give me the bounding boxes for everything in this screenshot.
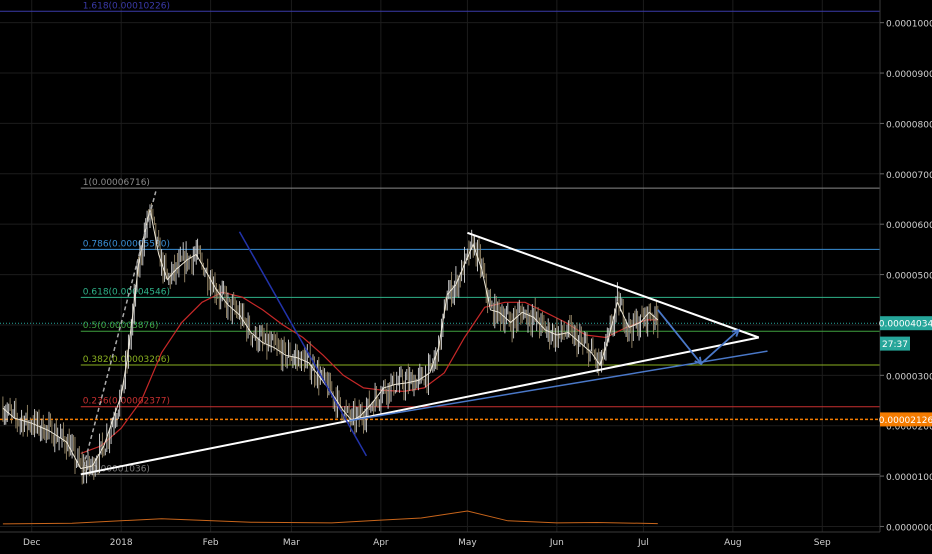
x-tick-label-3: Mar [283, 538, 300, 548]
price-marker-label-2: 0.00002126 [879, 416, 932, 426]
x-tick-label-6: Jun [549, 538, 564, 548]
y-tick-label-10: 0.00010000 [886, 20, 932, 30]
y-tick-label-3: 0.00003000 [886, 372, 932, 382]
fib-level-label-0: 1.618(0.00010226) [83, 1, 170, 11]
y-tick-label-5: 0.00005000 [886, 272, 932, 282]
y-tick-label-7: 0.00007000 [886, 171, 932, 181]
fib-level-label-1: 1(0.00006716) [83, 178, 150, 188]
y-tick-label-6: 0.00006000 [886, 221, 932, 231]
y-tick-label-8: 0.00008000 [886, 120, 932, 130]
fib-level-label-6: 0.236(0.00002377) [83, 397, 170, 407]
x-tick-label-7: Jul [637, 538, 649, 548]
chart-svg[interactable]: 1.618(0.00010226)1(0.00006716)0.786(0.00… [0, 0, 932, 550]
chart-root: 1.618(0.00010226) 1(0.00006716) 0.786(0.00… [0, 0, 932, 550]
x-tick-label-2: Feb [203, 538, 219, 548]
x-tick-label-1: 2018 [110, 538, 133, 548]
x-tick-label-5: May [458, 538, 477, 548]
x-tick-label-9: Sep [814, 538, 831, 548]
y-tick-label-9: 0.00009000 [886, 70, 932, 80]
x-tick-label-8: Aug [724, 538, 742, 548]
x-tick-label-0: Dec [23, 538, 40, 548]
fib-level-label-3: 0.618(0.00004546) [83, 287, 170, 297]
y-tick-label-1: 0.00001000 [886, 473, 932, 483]
price-marker-label-1: 27:37 [882, 340, 908, 350]
x-tick-label-4: Apr [373, 538, 389, 548]
y-tick-label-0: 0.00000000 [886, 523, 932, 533]
price-marker-label-0: 0.00004034 [879, 320, 932, 330]
